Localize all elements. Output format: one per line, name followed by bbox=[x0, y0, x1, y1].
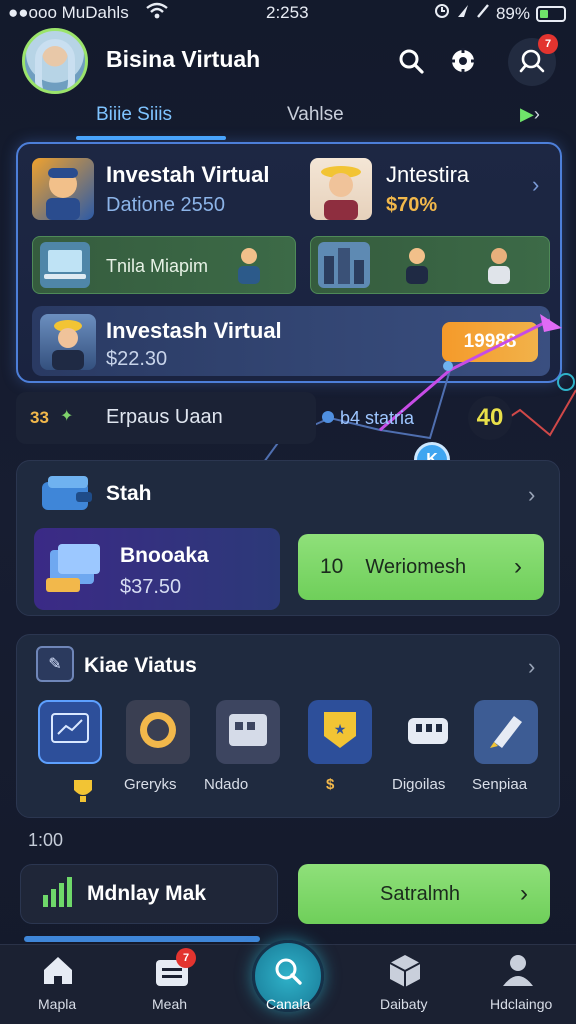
signal-icon bbox=[476, 3, 490, 24]
box-icon[interactable] bbox=[386, 952, 424, 990]
tile-label-4: $ bbox=[326, 776, 335, 793]
tab-active-indicator bbox=[76, 136, 226, 140]
coin-icon bbox=[135, 707, 181, 758]
bar-chart-icon bbox=[41, 876, 77, 912]
investment-subtitle-1: Datione 2550 bbox=[106, 194, 225, 216]
home-icon[interactable] bbox=[40, 952, 76, 988]
wallet-icon bbox=[38, 472, 98, 516]
avatar[interactable] bbox=[22, 28, 88, 94]
green-row-1-label: Tnila Miapim bbox=[106, 256, 209, 276]
chart-icon bbox=[50, 712, 90, 753]
chevron-right-icon[interactable]: › bbox=[532, 172, 539, 198]
clock-time: 2:253 bbox=[266, 3, 309, 22]
alarm-icon bbox=[434, 3, 450, 24]
nav-label-home[interactable]: Mapla bbox=[38, 996, 76, 1012]
product-icon bbox=[44, 540, 110, 598]
play-icon: ▶ bbox=[520, 104, 534, 124]
search-icon[interactable] bbox=[394, 44, 428, 78]
battery-icon bbox=[536, 5, 566, 22]
tile-label-6: Senpiaa bbox=[472, 776, 528, 793]
card-icon bbox=[225, 710, 271, 755]
trophy-icon bbox=[66, 778, 100, 806]
sprout-icon: ✦ bbox=[60, 408, 74, 425]
investor-thumbnail-3 bbox=[40, 314, 96, 370]
tile-label-5: Digoilas bbox=[392, 776, 446, 793]
tab-scroll-arrows[interactable]: ▶› bbox=[520, 104, 540, 125]
city-icon bbox=[318, 242, 370, 288]
tile-badge[interactable]: ★ bbox=[308, 700, 372, 764]
tile-chart[interactable] bbox=[38, 700, 102, 764]
product-price: $37.50 bbox=[120, 576, 182, 598]
svg-text:★: ★ bbox=[334, 722, 347, 738]
monthly-label: Mdnlay Mak bbox=[87, 882, 207, 905]
profile-icon[interactable] bbox=[500, 952, 536, 988]
tile-card[interactable] bbox=[216, 700, 280, 764]
investment-title-2: Jntestira bbox=[386, 162, 470, 187]
shield-badge-icon: ★ bbox=[320, 708, 360, 757]
expenses-prefix: 33 bbox=[30, 408, 49, 427]
wifi-icon bbox=[146, 2, 168, 25]
chevron-right-icon[interactable]: › bbox=[528, 654, 535, 680]
section-time: 1:00 bbox=[28, 830, 64, 850]
search-action-label: Satralmh bbox=[380, 882, 461, 905]
workshop-label: Weriomesh bbox=[365, 555, 467, 578]
tile-label-2: Greryks bbox=[124, 776, 177, 793]
investment-subtitle-2: $70% bbox=[386, 194, 438, 216]
progress-bar bbox=[24, 936, 260, 942]
app-title: Bisina Virtuah bbox=[106, 46, 261, 72]
search-card-title: Stah bbox=[106, 482, 152, 505]
inbox-badge: 7 bbox=[176, 948, 196, 968]
location-icon bbox=[456, 3, 470, 24]
laptop-icon bbox=[40, 242, 90, 288]
person-icon bbox=[232, 244, 266, 284]
tab-values[interactable]: Vahlse bbox=[287, 104, 344, 126]
tile-tool[interactable] bbox=[474, 700, 538, 764]
settings-icon[interactable] bbox=[446, 44, 480, 78]
chart-label: b4 statria bbox=[340, 408, 415, 428]
nav-label-profile[interactable]: Hdclaingo bbox=[490, 996, 552, 1012]
nav-label-box[interactable]: Daibaty bbox=[380, 996, 427, 1012]
status-right-group: 89% bbox=[434, 3, 566, 24]
expenses-label: Erpaus Uaan bbox=[106, 406, 223, 428]
chevron-right-icon: › bbox=[514, 553, 522, 580]
chevron-right-icon[interactable]: › bbox=[528, 482, 535, 508]
tab-business[interactable]: Biiie Siiis bbox=[96, 104, 172, 126]
person-icon-2 bbox=[482, 244, 516, 284]
chevron-right-icon: › bbox=[520, 880, 528, 907]
score-value: 40 bbox=[468, 396, 512, 440]
product-title: Bnooaka bbox=[120, 544, 209, 567]
tile-label-3: Ndado bbox=[204, 776, 249, 793]
nav-label-inbox[interactable]: Meah bbox=[152, 996, 187, 1012]
nav-label-center[interactable]: Canala bbox=[266, 996, 310, 1012]
pen-icon bbox=[484, 708, 528, 757]
tile-coin[interactable] bbox=[126, 700, 190, 764]
search-icon bbox=[270, 954, 306, 990]
workshop-button[interactable]: 10 Weriomesh › bbox=[298, 534, 544, 600]
kiae-card-title: Kiae Viatus bbox=[84, 654, 197, 677]
document-icon: ✎ bbox=[36, 646, 74, 682]
register-icon bbox=[402, 708, 454, 757]
investor-thumbnail-1 bbox=[32, 158, 94, 220]
monthly-button[interactable]: Mdnlay Mak bbox=[20, 864, 278, 924]
battery-percent: 89% bbox=[495, 3, 530, 23]
tile-register[interactable] bbox=[396, 700, 460, 764]
chevron-right-icon: › bbox=[533, 104, 540, 124]
status-bar: ●●ooo MuDahls 2:253 89% bbox=[0, 0, 576, 26]
investor-thumbnail-2 bbox=[310, 158, 372, 220]
investment-title-1: Investah Virtual bbox=[106, 162, 270, 187]
notification-badge: 7 bbox=[538, 34, 558, 54]
carrier-label: ●●ooo MuDahls bbox=[8, 3, 129, 22]
agent-icon bbox=[400, 244, 434, 284]
search-action-button[interactable]: Satralmh › bbox=[298, 864, 550, 924]
workshop-count: 10 bbox=[320, 555, 344, 578]
